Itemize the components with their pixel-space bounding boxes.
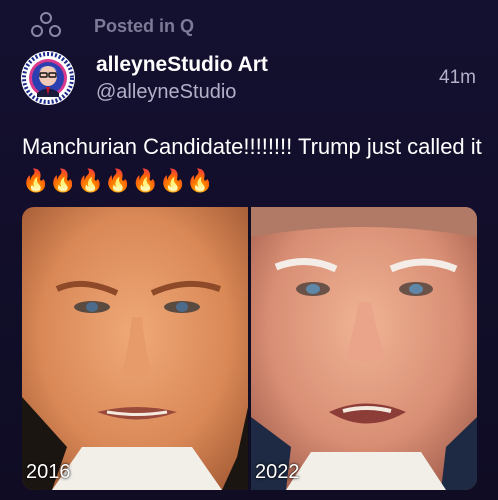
face-photo-image — [251, 207, 477, 490]
author-display-name[interactable]: alleyneStudio Art — [96, 52, 268, 78]
photo-2016[interactable]: 2016 — [22, 207, 248, 490]
posted-in-row[interactable]: Posted in Q — [28, 12, 194, 40]
face-photo-image — [22, 207, 248, 490]
author-block[interactable]: alleyneStudio Art @alleyneStudio — [96, 52, 268, 105]
avatar[interactable] — [21, 51, 75, 105]
post-timestamp: 41m — [439, 67, 476, 88]
author-handle[interactable]: @alleyneStudio — [96, 79, 268, 105]
media-gallery[interactable]: 2016 2022 — [22, 207, 477, 490]
posted-in-label[interactable]: Posted in Q — [94, 16, 194, 37]
photo-2022[interactable]: 2022 — [251, 207, 477, 490]
avatar-seal-icon — [21, 51, 75, 105]
photo-caption-2022: 2022 — [255, 461, 300, 483]
post-text: Manchurian Candidate!!!!!!!! Trump just … — [22, 134, 482, 193]
post-card[interactable]: Posted in Q alleyneStudio Art @alleyneSt… — [0, 0, 498, 500]
photo-caption-2016: 2016 — [26, 461, 71, 483]
community-circles-icon — [28, 12, 68, 40]
